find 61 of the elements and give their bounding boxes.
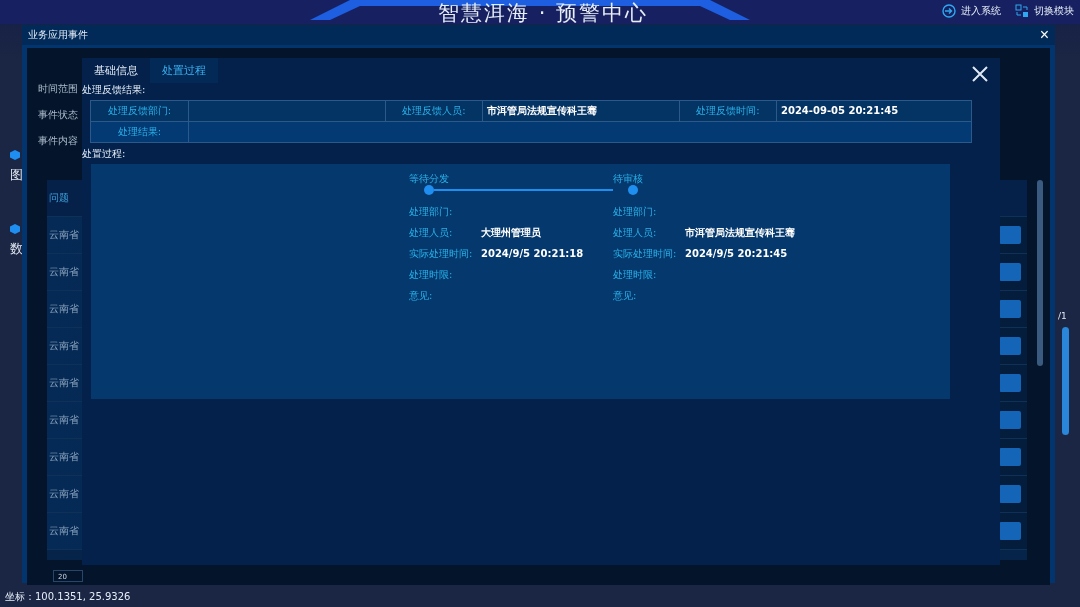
field-label: 意见:	[613, 288, 638, 303]
table-cell-text: 云南省	[48, 524, 79, 538]
filter-label: 时间范围	[38, 82, 78, 95]
enter-icon	[942, 4, 956, 18]
close-button[interactable]: ×	[1039, 27, 1049, 43]
table-cell-text: 云南省	[48, 302, 79, 316]
step-label: 等待分发	[409, 172, 450, 185]
field-label: 意见:	[409, 288, 434, 303]
row-action-button[interactable]	[999, 411, 1021, 429]
coordinates-text: 坐标：100.1351, 25.9326	[5, 590, 131, 604]
table-cell-text: 云南省	[48, 265, 79, 279]
scrollbar-thumb[interactable]	[1062, 327, 1069, 435]
table-cell-text: 云南省	[48, 339, 79, 353]
switch-icon	[1015, 4, 1029, 18]
field-label: 实际处理时间:	[613, 246, 678, 261]
field-value: 2024-09-05 20:21:45	[780, 104, 900, 118]
row-action-button[interactable]	[999, 226, 1021, 244]
sidebar-label: 图	[10, 166, 23, 184]
close-icon	[972, 66, 988, 82]
page-title: 智慧洱海 · 预警中心	[438, 0, 649, 26]
row-action-button[interactable]	[999, 337, 1021, 355]
table-cell-text: 云南省	[48, 487, 79, 501]
field-label: 处理部门:	[409, 204, 454, 219]
hexagon-icon	[10, 224, 20, 234]
row-action-button[interactable]	[999, 522, 1021, 540]
row-action-button[interactable]	[999, 374, 1021, 392]
row-action-button[interactable]	[999, 485, 1021, 503]
field-value: 市洱管局法规宣传科王骞	[685, 225, 795, 240]
field-label: 处理时限:	[613, 267, 658, 282]
row-action-button[interactable]	[999, 263, 1021, 281]
section-heading: 处置过程:	[82, 147, 127, 161]
section-heading: 处理反馈结果:	[82, 83, 147, 97]
field-value: 2024/9/5 20:21:18	[481, 248, 584, 259]
column-header: 问题	[48, 191, 69, 205]
step-dot-icon	[628, 185, 638, 195]
dialog-title: 业务应用事件	[28, 28, 88, 42]
page-count: /1	[1058, 311, 1067, 321]
header-button[interactable]: 切换模块	[1015, 4, 1074, 18]
table-cell-text: 云南省	[48, 413, 79, 427]
field-value: 2024/9/5 20:21:45	[685, 248, 788, 259]
row-action-button[interactable]	[999, 300, 1021, 318]
tab[interactable]: 处置过程	[150, 58, 218, 83]
row-action-button[interactable]	[999, 448, 1021, 466]
step-label: 待审核	[613, 172, 644, 185]
field-label: 处理结果:	[91, 122, 189, 142]
filter-label: 事件内容	[38, 134, 78, 147]
field-label: 处理时限:	[409, 267, 454, 282]
header-button[interactable]: 进入系统	[942, 4, 1001, 18]
field-label: 处理人员:	[613, 225, 658, 240]
table-cell-text: 云南省	[48, 450, 79, 464]
field-label: 处理人员:	[409, 225, 454, 240]
scrollbar-thumb[interactable]	[1037, 180, 1043, 366]
field-label: 处理部门:	[613, 204, 658, 219]
sidebar-label: 数	[10, 240, 23, 258]
table-cell-text: 云南省	[48, 376, 79, 390]
field-label: 实际处理时间:	[409, 246, 474, 261]
hexagon-icon	[10, 150, 20, 160]
filter-label: 事件状态	[38, 108, 78, 121]
step-dot-icon	[424, 185, 434, 195]
table-cell-text: 云南省	[48, 228, 79, 242]
field-value: 大理州管理员	[481, 225, 541, 240]
